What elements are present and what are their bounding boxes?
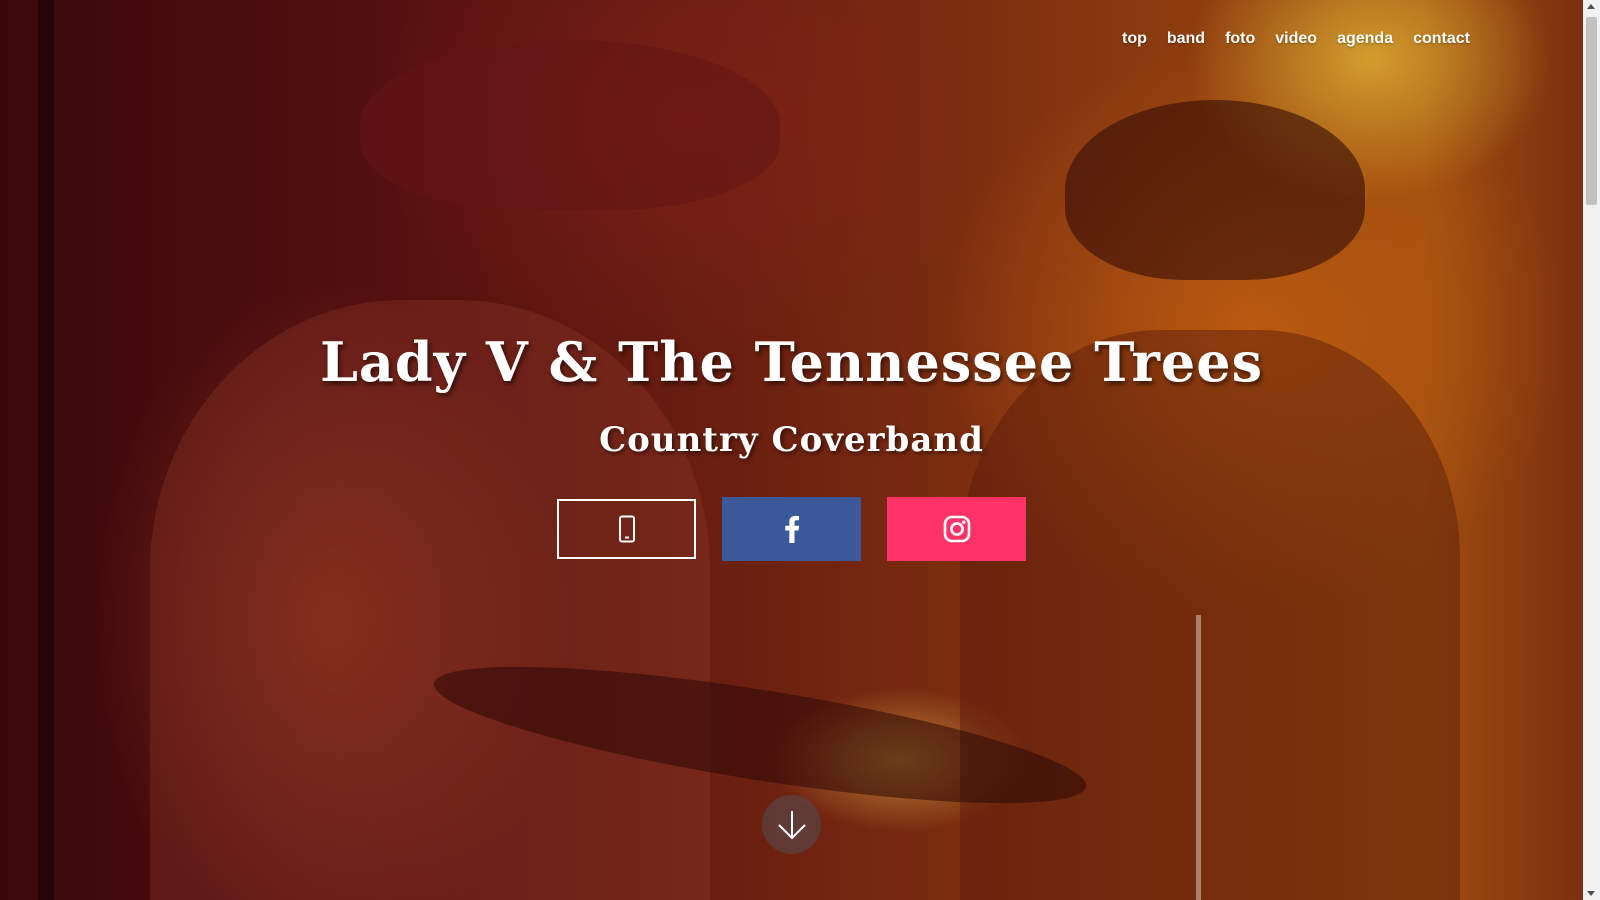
nav-item-band[interactable]: band: [1157, 26, 1215, 52]
band-subtitle: Country Coverband: [599, 420, 984, 460]
instagram-button[interactable]: [887, 497, 1026, 561]
scroll-down-arrow-icon[interactable]: [1587, 891, 1595, 896]
phone-button[interactable]: [557, 499, 696, 559]
main-navigation: top band foto video agenda contact: [1112, 26, 1480, 52]
arrow-down-icon: [777, 810, 806, 839]
instagram-icon: [943, 515, 970, 543]
nav-item-top[interactable]: top: [1112, 26, 1157, 52]
nav-item-contact[interactable]: contact: [1403, 26, 1480, 52]
nav-item-agenda[interactable]: agenda: [1327, 26, 1403, 52]
scroll-up-arrow-icon[interactable]: [1587, 4, 1595, 9]
hero-content: Lady V & The Tennessee Trees Country Cov…: [0, 330, 1583, 460]
scroll-down-button[interactable]: [762, 795, 821, 854]
facebook-button[interactable]: [722, 497, 861, 561]
mobile-phone-icon: [618, 515, 635, 543]
nav-item-video[interactable]: video: [1265, 26, 1327, 52]
vertical-scrollbar[interactable]: [1583, 0, 1600, 900]
band-title: Lady V & The Tennessee Trees: [319, 330, 1264, 394]
facebook-icon: [784, 515, 799, 543]
scrollbar-thumb[interactable]: [1586, 17, 1597, 205]
nav-item-foto[interactable]: foto: [1215, 26, 1265, 52]
page: top band foto video agenda contact Lady …: [0, 0, 1600, 900]
social-buttons: [557, 497, 1026, 561]
